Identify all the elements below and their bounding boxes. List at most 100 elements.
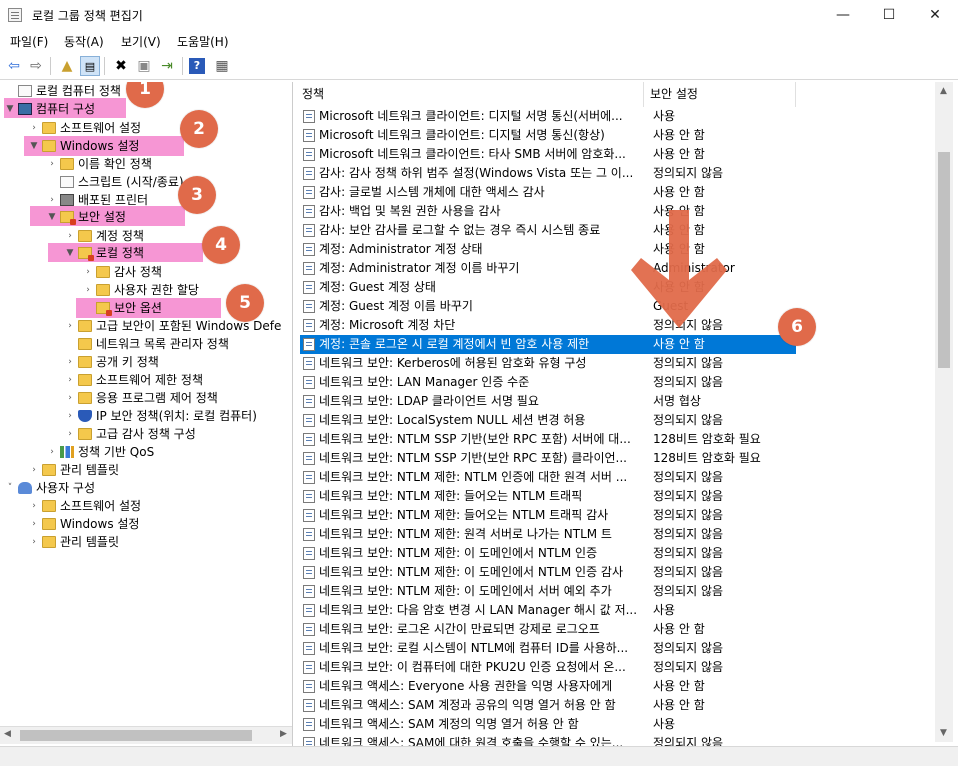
- tree-item-scripts[interactable]: 스크립트 (시작/종료): [46, 173, 184, 191]
- export-list-icon[interactable]: ⇥: [157, 56, 177, 76]
- help-icon[interactable]: ?: [189, 58, 205, 74]
- back-arrow-icon[interactable]: ⇦: [4, 56, 24, 76]
- tree-item-account-policies[interactable]: › 계정 정책: [64, 227, 144, 245]
- printer-icon: [60, 194, 74, 206]
- list-row[interactable]: 네트워크 액세스: SAM에 대한 원격 호출을 수행할 수 있는... 정의되지…: [300, 734, 796, 746]
- menu-help[interactable]: 도움말(H): [177, 33, 229, 50]
- list-row[interactable]: 네트워크 액세스: Everyone 사용 권한을 익명 사용자에게 사용 안 함: [300, 677, 796, 696]
- list-row[interactable]: 네트워크 보안: 로그온 시간이 만료되면 강제로 로그오프 사용 안 함: [300, 620, 796, 639]
- menu-file[interactable]: 파일(F): [10, 33, 48, 50]
- list-row[interactable]: 네트워크 액세스: SAM 계정의 익명 열거 허용 안 함 사용: [300, 715, 796, 734]
- tree-item-user-admin-templates[interactable]: › 관리 템플릿: [28, 533, 119, 551]
- toolbar: ⇦ ⇨ ▲ ▤ ✖ ▣ ⇥ ? ▦: [0, 52, 958, 80]
- list-row[interactable]: 네트워크 보안: LDAP 클라이언트 서명 필요 서명 협상: [300, 392, 796, 411]
- list-row[interactable]: 네트워크 보안: NTLM SSP 기반(보안 RPC 포함) 클라이언... 1…: [300, 449, 796, 468]
- policy-icon: [303, 357, 315, 370]
- menu-action[interactable]: 동작(A): [64, 33, 104, 50]
- tree-item-security-settings[interactable]: ▼ 보안 설정: [46, 208, 126, 226]
- list-row[interactable]: 네트워크 보안: NTLM 제한: NTLM 인증에 대한 원격 서버 ... 정…: [300, 468, 796, 487]
- tree-item-qos[interactable]: › 정책 기반 QoS: [46, 443, 154, 461]
- scrollbar-thumb[interactable]: [20, 730, 252, 741]
- list-row[interactable]: 감사: 감사 정책 하위 범주 설정(Windows Vista 또는 그 이.…: [300, 164, 796, 183]
- list-row[interactable]: 네트워크 보안: NTLM 제한: 이 도메인에서 서버 예외 추가 정의되지 않…: [300, 582, 796, 601]
- tree-item-computer-config[interactable]: ▼ 컴퓨터 구성: [4, 100, 95, 118]
- policy-icon: [303, 148, 315, 161]
- list-row[interactable]: 네트워크 보안: LocalSystem NULL 세션 변경 허용 정의되지 않…: [300, 411, 796, 430]
- navigation-tree[interactable]: 로컬 컴퓨터 정책 ▼ 컴퓨터 구성 › 소프트웨어 설정 ▼ Windows 설정 …: [0, 82, 293, 746]
- policy-icon: [303, 585, 315, 598]
- tree-item-user-rights[interactable]: › 사용자 권한 할당: [82, 281, 199, 299]
- tree-item-network-list-manager[interactable]: 네트워크 목록 관리자 정책: [64, 335, 229, 353]
- list-row[interactable]: 네트워크 보안: NTLM 제한: 들어오는 NTLM 트래픽 감사 정의되지 않…: [300, 506, 796, 525]
- tree-item-local-computer-policy[interactable]: 로컬 컴퓨터 정책: [4, 82, 121, 100]
- tree-item-software-settings[interactable]: › 소프트웨어 설정: [28, 119, 141, 137]
- folder-icon: [96, 266, 110, 278]
- menu-view[interactable]: 보기(V): [121, 33, 161, 50]
- list-row[interactable]: 네트워크 보안: 이 컴퓨터에 대한 PKU2U 인증 요청에서 온... 정의되…: [300, 658, 796, 677]
- tree-item-deployed-printers[interactable]: › 배포된 프린터: [46, 191, 148, 209]
- policy-icon: [303, 205, 315, 218]
- minimize-button[interactable]: —: [820, 0, 866, 30]
- horizontal-scrollbar[interactable]: ◀ ▶: [0, 726, 292, 744]
- up-folder-icon[interactable]: ▲: [57, 56, 77, 76]
- menu-bar: 파일(F) 동작(A) 보기(V) 도움말(H): [0, 30, 958, 52]
- list-row[interactable]: 네트워크 보안: 다음 암호 변경 시 LAN Manager 해시 값 저..…: [300, 601, 796, 620]
- folder-icon: [78, 428, 92, 440]
- tree-item-public-key-policies[interactable]: › 공개 키 정책: [64, 353, 159, 371]
- show-hide-tree-icon[interactable]: ▤: [80, 56, 100, 76]
- action-pane-icon[interactable]: ▦: [212, 56, 232, 76]
- list-row[interactable]: 네트워크 보안: LAN Manager 인증 수준 정의되지 않음: [300, 373, 796, 392]
- properties-icon[interactable]: ▣: [134, 56, 154, 76]
- tree-item-windows-settings[interactable]: ▼ Windows 설정: [28, 137, 140, 155]
- tree-item-audit-policy[interactable]: › 감사 정책: [82, 263, 162, 281]
- policy-list[interactable]: ^ 정책 보안 설정 Microsoft 네트워크 클라이언트: 디지털 서명 …: [296, 82, 958, 746]
- scrollbar-thumb[interactable]: [938, 152, 950, 368]
- list-row[interactable]: 네트워크 액세스: SAM 계정과 공유의 익명 열거 허용 안 함 사용 안 함: [300, 696, 796, 715]
- list-row[interactable]: 네트워크 보안: NTLM 제한: 이 도메인에서 NTLM 인증 정의되지 않음: [300, 544, 796, 563]
- list-row-selected[interactable]: 계정: 콘솔 로그온 시 로컬 계정에서 빈 암호 사용 제한 사용 안 함: [300, 335, 796, 354]
- tree-item-user-software-settings[interactable]: › 소프트웨어 설정: [28, 497, 141, 515]
- column-header-setting[interactable]: 보안 설정: [644, 82, 796, 107]
- policy-icon: [303, 566, 315, 579]
- policy-icon: [303, 338, 315, 351]
- tree-item-local-policies[interactable]: ▼ 로컬 정책: [64, 244, 144, 262]
- security-folder-icon: [60, 211, 76, 225]
- list-row[interactable]: 네트워크 보안: NTLM 제한: 이 도메인에서 NTLM 인증 감사 정의되지…: [300, 563, 796, 582]
- tree-item-advanced-audit[interactable]: › 고급 감사 정책 구성: [64, 425, 196, 443]
- scroll-left-icon[interactable]: ◀: [4, 729, 11, 739]
- list-row[interactable]: Microsoft 네트워크 클라이언트: 디지털 서명 통신(항상) 사용 안 …: [300, 126, 796, 145]
- policy-icon: [303, 243, 315, 256]
- list-row[interactable]: Microsoft 네트워크 클라이언트: 디지털 서명 통신(서버에... 사용: [300, 107, 796, 126]
- delete-icon[interactable]: ✖: [111, 56, 131, 76]
- annotation-marker-6: 6: [778, 308, 816, 346]
- tree-item-app-control[interactable]: › 응용 프로그램 제어 정책: [64, 389, 218, 407]
- maximize-button[interactable]: ☐: [866, 0, 912, 30]
- policy-icon: [303, 604, 315, 617]
- column-header-policy[interactable]: 정책: [296, 82, 644, 107]
- list-row[interactable]: 네트워크 보안: 로컬 시스템이 NTLM에 컴퓨터 ID를 사용하... 정의되…: [300, 639, 796, 658]
- close-button[interactable]: ✕: [912, 0, 958, 30]
- tree-item-security-options[interactable]: 보안 옵션: [82, 299, 162, 317]
- title-bar: 로컬 그룹 정책 편집기 — ☐ ✕: [0, 0, 958, 30]
- window-title: 로컬 그룹 정책 편집기: [32, 9, 143, 23]
- list-row[interactable]: 감사: 글로벌 시스템 개체에 대한 액세스 감사 사용 안 함: [300, 183, 796, 202]
- tree-item-ip-security[interactable]: › IP 보안 정책(위치: 로컬 컴퓨터): [64, 407, 257, 425]
- scroll-down-icon[interactable]: ▼: [940, 728, 947, 738]
- scroll-right-icon[interactable]: ▶: [280, 729, 287, 739]
- tree-item-user-config[interactable]: ˅ 사용자 구성: [4, 479, 95, 497]
- list-row[interactable]: 네트워크 보안: NTLM 제한: 들어오는 NTLM 트래픽 정의되지 않음: [300, 487, 796, 506]
- list-row[interactable]: Microsoft 네트워크 클라이언트: 타사 SMB 서버에 암호화... 사…: [300, 145, 796, 164]
- policy-icon: [303, 547, 315, 560]
- list-row[interactable]: 네트워크 보안: Kerberos에 허용된 암호화 유형 구성 정의되지 않음: [300, 354, 796, 373]
- forward-arrow-icon[interactable]: ⇨: [26, 56, 46, 76]
- tree-item-name-resolution[interactable]: › 이름 확인 정책: [46, 155, 152, 173]
- scroll-up-icon[interactable]: ▲: [940, 86, 947, 96]
- tree-item-admin-templates[interactable]: › 관리 템플릿: [28, 461, 119, 479]
- vertical-scrollbar[interactable]: ▲ ▼: [935, 82, 953, 742]
- folder-icon: [42, 140, 56, 152]
- list-row[interactable]: 네트워크 보안: NTLM 제한: 원격 서버로 나가는 NTLM 트 정의되지 …: [300, 525, 796, 544]
- tree-item-software-restriction[interactable]: › 소프트웨어 제한 정책: [64, 371, 203, 389]
- security-folder-icon: [78, 247, 94, 261]
- list-row[interactable]: 네트워크 보안: NTLM SSP 기반(보안 RPC 포함) 서버에 대...…: [300, 430, 796, 449]
- tree-item-user-windows-settings[interactable]: › Windows 설정: [28, 515, 139, 533]
